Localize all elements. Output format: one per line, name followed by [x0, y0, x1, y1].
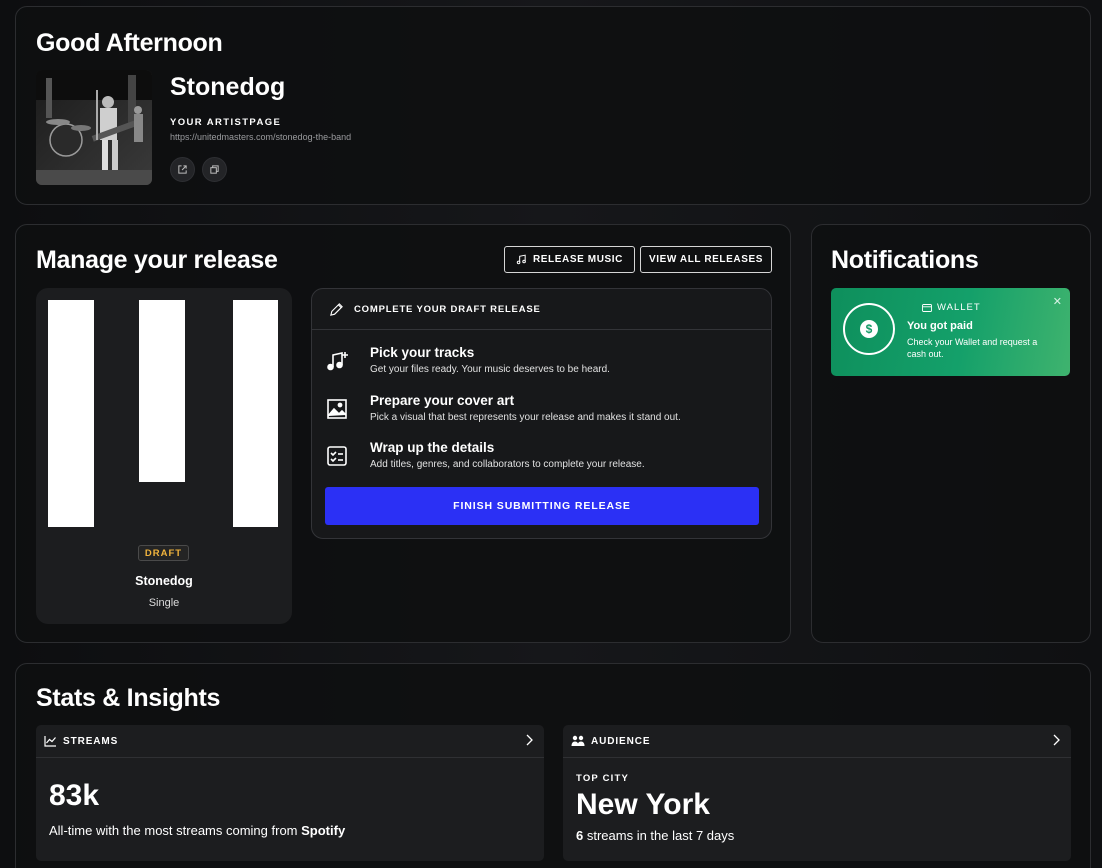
- greeting-card: Good Afternoon Stonedog YOUR ARTISTPAGE …: [15, 6, 1091, 205]
- copy-url-button[interactable]: [202, 157, 227, 182]
- audience-box[interactable]: AUDIENCE TOP CITY New York 6 streams in …: [563, 725, 1071, 861]
- step-cover-art[interactable]: Prepare your cover art Pick a visual tha…: [325, 393, 765, 433]
- step-title: Prepare your cover art: [370, 393, 515, 408]
- artistpage-label: YOUR ARTISTPAGE: [170, 117, 282, 128]
- audience-header: AUDIENCE: [563, 725, 1071, 758]
- streams-desc: All-time with the most streams coming fr…: [49, 823, 345, 838]
- people-icon: [571, 735, 585, 746]
- top-city-label: TOP CITY: [576, 773, 630, 784]
- step-title: Wrap up the details: [370, 440, 495, 455]
- stats-card: Stats & Insights STREAMS 83k All-time wi…: [15, 663, 1091, 868]
- wallet-label-text: WALLET: [937, 302, 981, 313]
- cover-art: [48, 300, 278, 527]
- dollar-coin-icon: $: [843, 303, 895, 355]
- audience-label: AUDIENCE: [591, 735, 651, 747]
- manage-release-card: Manage your release RELEASE MUSIC VIEW A…: [15, 224, 791, 643]
- wallet-icon: [922, 303, 932, 312]
- notifications-title: Notifications: [831, 246, 979, 274]
- greeting-title: Good Afternoon: [36, 29, 223, 57]
- copy-icon: [210, 165, 219, 174]
- streams-label: STREAMS: [63, 735, 119, 747]
- streams-header: STREAMS: [36, 725, 544, 758]
- stats-title: Stats & Insights: [36, 684, 221, 712]
- streams-value: 83k: [49, 779, 100, 812]
- wallet-notification-desc: Check your Wallet and request a cash out…: [907, 337, 1038, 359]
- draft-release-type: Single: [148, 597, 180, 609]
- artist-name: Stonedog: [170, 73, 286, 101]
- release-music-button[interactable]: RELEASE MUSIC: [504, 246, 635, 273]
- wallet-notification-title: You got paid: [907, 320, 973, 332]
- draft-release-card[interactable]: DRAFT Stonedog Single: [36, 288, 292, 624]
- release-music-label: RELEASE MUSIC: [532, 254, 624, 265]
- top-city-desc: 6 streams in the last 7 days: [576, 828, 734, 843]
- top-city-value: New York: [576, 788, 710, 821]
- checklist-icon: [327, 446, 347, 466]
- steps-header-label: COMPLETE YOUR DRAFT RELEASE: [354, 303, 541, 315]
- wallet-label: WALLET: [922, 302, 981, 313]
- image-icon: [327, 399, 347, 419]
- music-add-icon: [327, 352, 348, 371]
- step-title: Pick your tracks: [370, 345, 475, 360]
- notifications-card: Notifications $ WALLET You got paid Chec…: [811, 224, 1091, 643]
- complete-draft-card: COMPLETE YOUR DRAFT RELEASE Pick your tr…: [311, 288, 772, 539]
- wallet-notification[interactable]: $ WALLET You got paid Check your Wallet …: [831, 288, 1070, 376]
- view-all-releases-button[interactable]: VIEW ALL RELEASES: [640, 246, 772, 273]
- step-desc: Get your files ready. Your music deserve…: [370, 364, 610, 375]
- pencil-icon: [330, 302, 343, 316]
- external-link-icon: [178, 165, 187, 174]
- artist-photo: [36, 70, 152, 185]
- streams-box[interactable]: STREAMS 83k All-time with the most strea…: [36, 725, 544, 861]
- steps-header: COMPLETE YOUR DRAFT RELEASE: [312, 289, 771, 330]
- chevron-right-icon[interactable]: [524, 734, 534, 746]
- draft-status-badge: DRAFT: [138, 545, 189, 561]
- manage-release-title: Manage your release: [36, 246, 278, 274]
- music-note-icon: [516, 254, 526, 265]
- step-desc: Pick a visual that best represents your …: [370, 412, 681, 423]
- line-chart-icon: [44, 736, 56, 747]
- open-artistpage-button[interactable]: [170, 157, 195, 182]
- streams-source: Spotify: [301, 823, 346, 838]
- step-desc: Add titles, genres, and collaborators to…: [370, 459, 645, 470]
- step-wrap-details[interactable]: Wrap up the details Add titles, genres, …: [325, 440, 765, 480]
- draft-release-name: Stonedog: [135, 574, 193, 588]
- close-icon[interactable]: ✕: [1053, 295, 1062, 308]
- streams-desc-text: All-time with the most streams coming fr…: [49, 823, 302, 838]
- step-pick-tracks[interactable]: Pick your tracks Get your files ready. Y…: [325, 345, 765, 385]
- finish-submitting-button[interactable]: FINISH SUBMITTING RELEASE: [325, 487, 759, 525]
- top-city-desc-text: streams in the last 7 days: [583, 828, 735, 843]
- chevron-right-icon[interactable]: [1051, 734, 1061, 746]
- artistpage-url[interactable]: https://unitedmasters.com/stonedog-the-b…: [170, 132, 351, 142]
